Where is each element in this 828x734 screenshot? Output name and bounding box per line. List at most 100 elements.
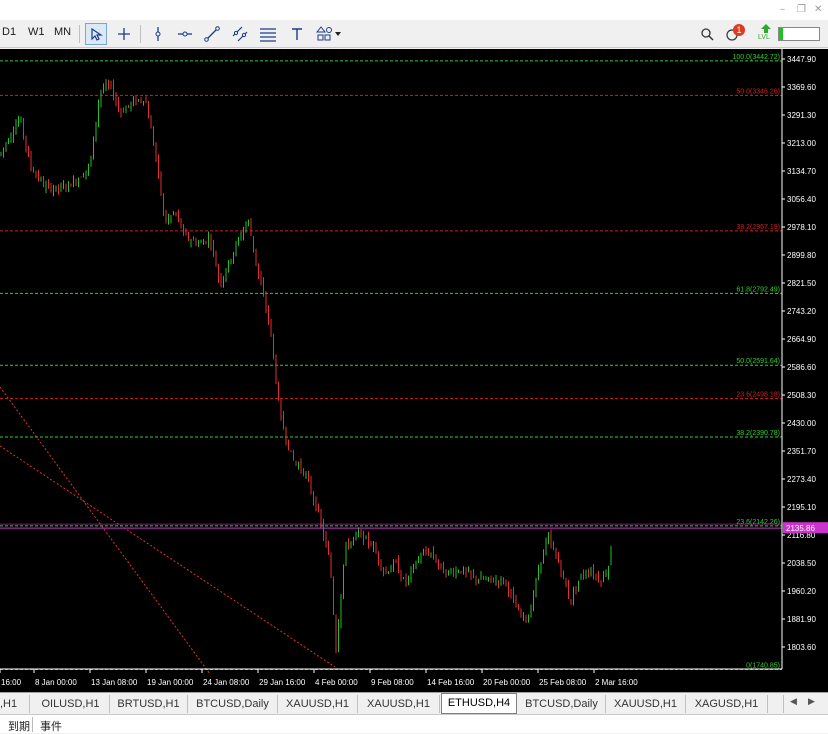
vertical-line-tool-button[interactable]: [147, 23, 169, 45]
tab-ethusd-h4[interactable]: ETHUSD,H4: [441, 693, 517, 714]
price-tick-label: 2586.60: [787, 363, 816, 372]
level-indicator: LVL: [757, 24, 775, 44]
fib-level-label: 23.6(2142.26): [736, 519, 780, 526]
cursor-icon: [91, 27, 103, 41]
price-tick-label: 2038.50: [787, 559, 816, 568]
toolbox-tabs: 到期 事件: [0, 714, 828, 733]
time-tick-label: 20 Feb 00:00: [483, 678, 531, 687]
trendline-icon: [204, 26, 220, 42]
crosshair-icon: [118, 28, 130, 40]
price-chart[interactable]: 100.0(3442.72) 50.0(3346.26) 38.2(2967.19)…: [0, 49, 828, 692]
tab-events[interactable]: 事件: [40, 718, 62, 734]
trendline-object: [0, 445, 336, 668]
price-tick-label: 1960.20: [787, 587, 816, 596]
price-tick-label: 3056.40: [787, 195, 816, 204]
price-tick-label: 3134.70: [787, 167, 816, 176]
chart-area[interactable]: 100.0(3442.72) 50.0(3346.26) 38.2(2967.19)…: [0, 49, 828, 692]
price-tick-label: 2743.20: [787, 307, 816, 316]
fibonacci-icon: [260, 28, 276, 42]
time-tick-label: 14 Feb 16:00: [427, 678, 475, 687]
toolbar: D1 W1 MN 1 LVL: [0, 20, 828, 48]
channel-icon: [232, 26, 248, 42]
fib-level-label: 61.8(2792.49): [736, 286, 780, 293]
level-label: LVL: [758, 34, 770, 41]
tab-scroll-left-icon[interactable]: ◀: [790, 696, 797, 707]
horizontal-line-icon: [178, 31, 192, 37]
time-tick-label: 19 Jan 00:00: [147, 678, 194, 687]
price-tick-label: 2899.80: [787, 251, 816, 260]
time-tick-label: 8 Jan 00:00: [35, 678, 77, 687]
time-tick-label: 25 Feb 08:00: [539, 678, 587, 687]
fib-level-label: 38.2(2390.78): [736, 430, 780, 437]
price-tick-label: 3291.30: [787, 111, 816, 120]
notifications-button[interactable]: 1: [722, 23, 745, 45]
tab-btcusd-daily[interactable]: BTCUSD,Daily: [188, 695, 278, 713]
text-tool-button[interactable]: [286, 23, 308, 45]
search-icon: [701, 28, 714, 41]
toolbar-divider: [79, 25, 80, 43]
chart-tabs-bar: ,H1 OILUSD,H1 BRTUSD,H1 BTCUSD,Daily XAU…: [0, 692, 828, 714]
time-tick-label: 2 Mar 16:00: [595, 678, 638, 687]
price-tick-label: 2273.40: [787, 475, 816, 484]
fib-level-label: 38.2(2967.19): [736, 224, 780, 231]
timeframe-d1-button[interactable]: D1: [2, 26, 16, 38]
price-tick-label: 3213.00: [787, 139, 816, 148]
price-tick-label: 2821.50: [787, 279, 816, 288]
price-tick-label: 2664.90: [787, 335, 816, 344]
price-tick-label: 2430.00: [787, 419, 816, 428]
fibonacci-tool-button[interactable]: [257, 23, 279, 45]
vertical-line-icon: [155, 27, 161, 41]
price-tick-label: 2351.70: [787, 447, 816, 456]
time-tick-label: 9 Feb 08:00: [371, 678, 414, 687]
fib-level-label: 100.0(3442.72): [733, 54, 780, 61]
level-meter: [778, 27, 820, 41]
price-tick-label: 3369.60: [787, 83, 816, 92]
price-tick-label: 1881.90: [787, 615, 816, 624]
tab-xauusd-h1-2[interactable]: XAUUSD,H1: [358, 695, 440, 713]
toolbar-divider: [140, 25, 141, 43]
search-button[interactable]: [696, 23, 718, 45]
horizontal-line-tool-button[interactable]: [174, 23, 196, 45]
fib-level-label: 50.0(2591.64): [736, 358, 780, 365]
text-icon: [292, 28, 302, 40]
tab-xauusd-h1[interactable]: XAUUSD,H1: [278, 695, 358, 713]
time-tick-label: 16:00: [1, 678, 22, 687]
fib-level-label: 23.6(2498.18): [736, 392, 780, 399]
tab-xauusd-h1-3[interactable]: XAUUSD,H1: [606, 695, 686, 713]
timeframe-w1-button[interactable]: W1: [28, 26, 45, 38]
price-tick-label: 2195.10: [787, 503, 816, 512]
shapes-tool-button[interactable]: [313, 23, 345, 45]
tab-oilusd-h1[interactable]: OILUSD,H1: [32, 695, 110, 713]
trendline-tool-button[interactable]: [201, 23, 223, 45]
current-price-label: 2135.86: [786, 524, 815, 533]
minimize-icon[interactable]: –: [780, 4, 785, 15]
time-tick-label: 4 Feb 00:00: [315, 678, 358, 687]
fib-level-label: 0(1740.85): [746, 662, 780, 669]
crosshair-tool-button[interactable]: [113, 23, 135, 45]
arrow-up-icon: [761, 24, 771, 33]
price-tick-label: 3447.90: [787, 55, 816, 64]
close-icon[interactable]: ✕: [814, 4, 822, 15]
tab-partial[interactable]: ,H1: [0, 695, 30, 713]
shapes-icon: [316, 26, 341, 41]
time-tick-label: 29 Jan 16:00: [259, 678, 306, 687]
tab-divider: [32, 717, 33, 732]
time-tick-label: 24 Jan 08:00: [203, 678, 250, 687]
time-tick-label: 13 Jan 08:00: [91, 678, 138, 687]
fib-level-label: 50.0(3346.26): [736, 88, 780, 95]
tab-more[interactable]: [770, 695, 784, 713]
window-titlebar: – ❐ ✕: [0, 0, 828, 20]
price-tick-label: 2508.30: [787, 391, 816, 400]
tab-expiry[interactable]: 到期: [8, 718, 30, 734]
tab-scroll-right-icon[interactable]: ▶: [808, 696, 815, 707]
notification-badge: 1: [733, 24, 745, 36]
tab-brtusd-h1[interactable]: BRTUSD,H1: [110, 695, 188, 713]
timeframe-mn-button[interactable]: MN: [54, 26, 71, 38]
tab-btcusd-daily-2[interactable]: BTCUSD,Daily: [518, 695, 606, 713]
cursor-tool-button[interactable]: [85, 23, 107, 45]
trendline-object: [0, 386, 211, 675]
price-tick-label: 2978.10: [787, 223, 816, 232]
channel-tool-button[interactable]: [229, 23, 251, 45]
restore-icon[interactable]: ❐: [797, 4, 806, 15]
tab-xagusd-h1[interactable]: XAGUSD,H1: [686, 695, 768, 713]
